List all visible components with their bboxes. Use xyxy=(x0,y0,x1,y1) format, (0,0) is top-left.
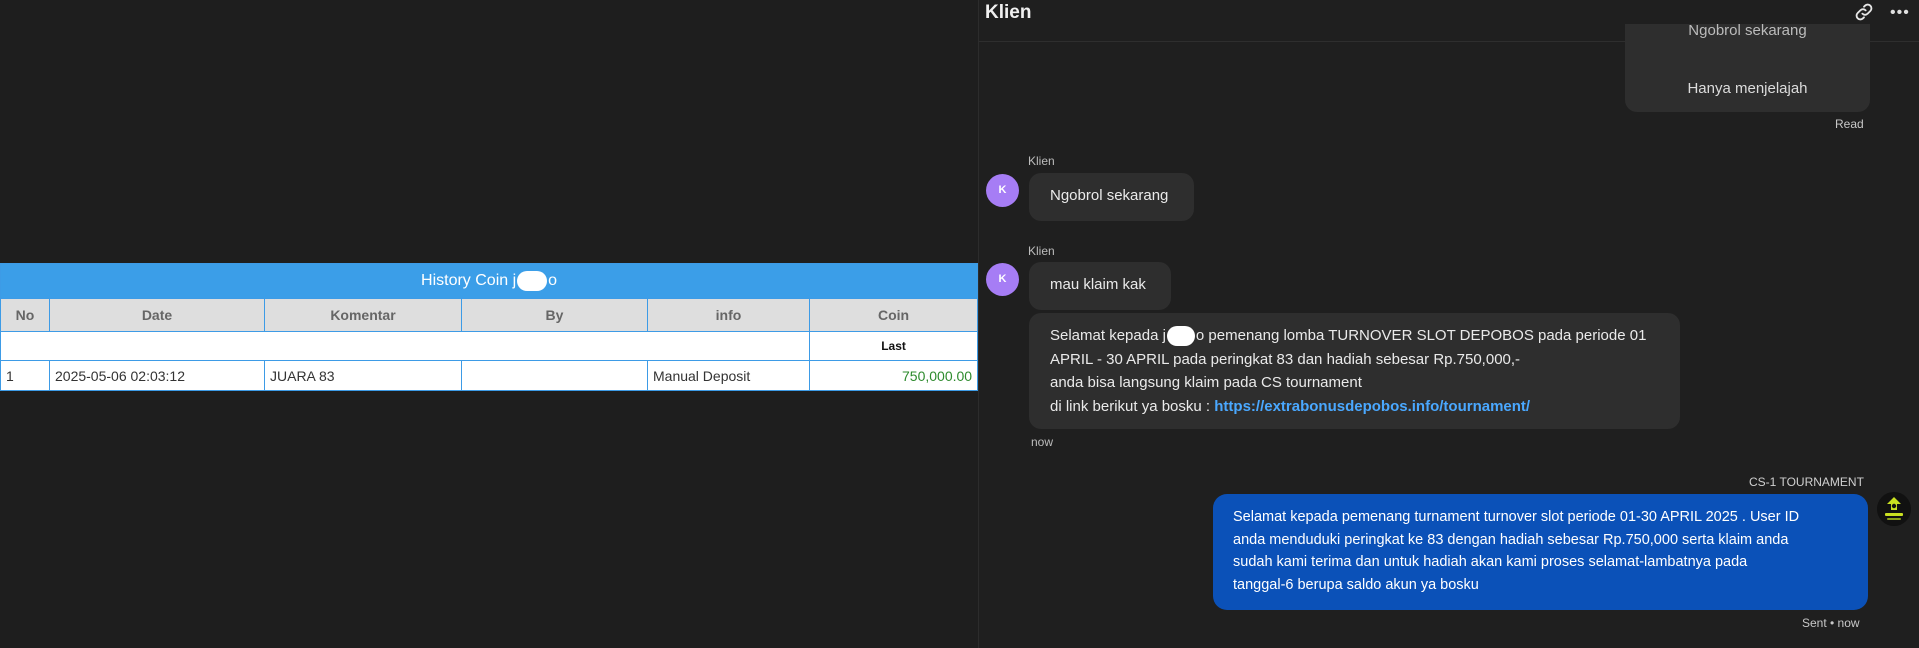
outgoing-message-bubble: Selamat kepada pemenang turnament turnov… xyxy=(1213,494,1868,610)
chat-pane: Klien ••• Ngobrol sekarang Hanya menjela… xyxy=(978,0,1919,648)
column-header-komentar: Komentar xyxy=(264,298,462,332)
message-bubble: Selamat kepada jo pemenang lomba TURNOVE… xyxy=(1029,313,1680,429)
message-line: Selamat kepada jo pemenang lomba TURNOVE… xyxy=(1050,324,1680,348)
redacted-mask xyxy=(1166,326,1195,347)
message-line: tanggal-6 berupa saldo akun ya bosku xyxy=(1233,576,1479,593)
option-hanya-menjelajah[interactable]: Hanya menjelajah xyxy=(1625,80,1870,97)
message-line: sudah kami terima dan untuk hadiah akan … xyxy=(1233,554,1748,570)
coin-history-pane: History Coin jo No Date Komentar By info… xyxy=(0,0,979,648)
agent-name: CS-1 TOURNAMENT xyxy=(1749,475,1864,489)
message-line: anda menduduki peringkat ke 83 dengan ha… xyxy=(1233,531,1789,548)
avatar: K xyxy=(986,263,1019,296)
cell-komentar: JUARA 83 xyxy=(264,360,462,391)
read-receipt: Read xyxy=(1835,117,1864,131)
sub-header-last: Last xyxy=(808,331,979,361)
redacted-mask xyxy=(517,271,548,291)
message-line: di link berikut ya bosku : https://extra… xyxy=(1050,397,1531,415)
option-ngobrol-sekarang[interactable]: Ngobrol sekarang xyxy=(1625,24,1870,39)
sender-name: Klien xyxy=(1028,154,1055,168)
tournament-link[interactable]: https://extrabonusdepobos.info/tournamen… xyxy=(1214,398,1530,415)
timestamp: now xyxy=(1031,435,1054,449)
message-line: APRIL - 30 APRIL pada peringkat 83 dan h… xyxy=(1050,350,1521,368)
more-icon[interactable]: ••• xyxy=(1890,4,1910,22)
cell-date: 2025-05-06 02:03:12 xyxy=(49,360,265,391)
column-header-date: Date xyxy=(49,298,265,332)
message-line: Selamat kepada pemenang turnament turnov… xyxy=(1233,509,1800,525)
history-coin-table: History Coin jo No Date Komentar By info… xyxy=(0,263,979,391)
column-header-info: info xyxy=(647,298,810,332)
sender-name: Klien xyxy=(1028,244,1055,258)
cell-by xyxy=(461,360,648,391)
column-header-no: No xyxy=(0,298,50,332)
cell-coin: 750,000.00 xyxy=(808,360,979,391)
quick-reply-options: Ngobrol sekarang Hanya menjelajah xyxy=(1625,24,1870,112)
cell-no: 1 xyxy=(0,360,50,391)
message-bubble: Ngobrol sekarang xyxy=(1029,173,1194,221)
sent-status: Sent • now xyxy=(1802,616,1860,630)
message-bubble: mau klaim kak xyxy=(1029,262,1171,310)
column-header-by: By xyxy=(461,298,648,332)
depobos-logo-icon xyxy=(1877,492,1911,526)
column-header-coin: Coin xyxy=(808,298,979,332)
sub-header-empty xyxy=(0,331,810,361)
avatar: K xyxy=(986,174,1019,207)
message-line: anda bisa langsung klaim pada CS tournam… xyxy=(1050,374,1362,391)
table-title: History Coin jo xyxy=(0,263,979,299)
cell-info: Manual Deposit xyxy=(647,360,810,391)
chat-title: Klien xyxy=(985,2,1032,23)
link-icon[interactable] xyxy=(1854,2,1874,22)
table-row: 1 2025-05-06 02:03:12 JUARA 83 Manual De… xyxy=(0,360,979,391)
